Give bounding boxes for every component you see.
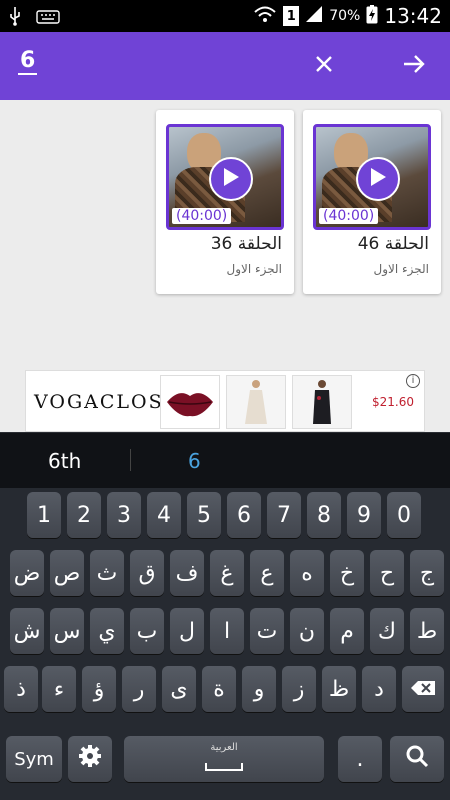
signal-icon <box>305 5 323 27</box>
sim-slot-badge: 1 <box>283 6 300 26</box>
search-key[interactable] <box>390 736 444 782</box>
key-letter[interactable]: ث <box>90 550 124 596</box>
episode-thumbnail[interactable]: (40:00) <box>166 124 284 230</box>
status-bar: 1 70% 13:42 <box>0 0 450 32</box>
key-digit[interactable]: 0 <box>387 492 421 538</box>
key-letter[interactable]: ى <box>162 666 196 712</box>
key-letter[interactable]: ص <box>50 550 84 596</box>
suggestion-divider <box>130 449 131 471</box>
key-letter[interactable]: غ <box>210 550 244 596</box>
key-digit[interactable]: 5 <box>187 492 221 538</box>
key-letter[interactable]: ذ <box>4 666 38 712</box>
ad-product-dress-white[interactable] <box>226 375 286 429</box>
key-digit[interactable]: 7 <box>267 492 301 538</box>
usb-icon <box>8 6 22 30</box>
search-input[interactable]: 6 <box>18 48 38 75</box>
episode-subtitle: الجزء الاول <box>226 262 282 276</box>
key-digit[interactable]: 2 <box>67 492 101 538</box>
key-letter[interactable]: و <box>242 666 276 712</box>
key-letter[interactable]: ش <box>10 608 44 654</box>
backspace-icon <box>410 677 436 702</box>
search-toolbar: 6 <box>0 32 450 100</box>
duration-label: (40:00) <box>319 208 379 224</box>
key-letter[interactable]: د <box>362 666 396 712</box>
play-button[interactable] <box>209 157 253 201</box>
sym-key[interactable]: Sym <box>6 736 62 782</box>
episode-card[interactable]: (40:00) الحلقة 36 الجزء الاول <box>156 110 294 294</box>
ad-info-icon[interactable]: i <box>406 374 420 388</box>
key-letter[interactable]: ؤ <box>82 666 116 712</box>
gear-icon <box>78 744 102 774</box>
key-letter[interactable]: خ <box>330 550 364 596</box>
ad-product-lips[interactable] <box>160 375 220 429</box>
search-icon <box>405 744 429 774</box>
arrow-right-icon <box>402 53 426 79</box>
suggestion-bar: 6th 6 <box>0 432 450 488</box>
key-letter[interactable]: ج <box>410 550 444 596</box>
clear-button[interactable] <box>306 48 342 84</box>
key-letter[interactable]: ا <box>210 608 244 654</box>
ad-price: $21.60 <box>372 395 414 409</box>
episode-card[interactable]: (40:00) الحلقة 46 الجزء الاول <box>303 110 441 294</box>
key-letter[interactable]: ف <box>170 550 204 596</box>
wifi-icon <box>253 4 277 28</box>
key-letter[interactable]: ك <box>370 608 404 654</box>
battery-percent: 70% <box>329 8 361 24</box>
keyboard-icon <box>36 9 60 28</box>
ad-banner[interactable]: VOGACLOSET $21.60 i <box>25 370 425 432</box>
close-icon <box>314 54 334 78</box>
play-button[interactable] <box>356 157 400 201</box>
key-digit[interactable]: 1 <box>27 492 61 538</box>
key-letter[interactable]: ت <box>250 608 284 654</box>
settings-key[interactable] <box>68 736 112 782</box>
key-letter[interactable]: ط <box>410 608 444 654</box>
suggestion-item-active[interactable]: 6 <box>188 449 201 473</box>
key-letter[interactable]: ب <box>130 608 164 654</box>
play-icon <box>222 167 240 191</box>
key-letter[interactable]: ي <box>90 608 124 654</box>
key-letter[interactable]: ظ <box>322 666 356 712</box>
battery-charging-icon <box>366 4 378 28</box>
episode-subtitle: الجزء الاول <box>373 262 429 276</box>
key-digit[interactable]: 8 <box>307 492 341 538</box>
backspace-key[interactable] <box>402 666 444 712</box>
period-key[interactable]: . <box>338 736 382 782</box>
key-letter[interactable]: ز <box>282 666 316 712</box>
key-letter[interactable]: ع <box>250 550 284 596</box>
space-language-label: العربية <box>210 741 238 753</box>
key-digit[interactable]: 9 <box>347 492 381 538</box>
duration-label: (40:00) <box>172 208 232 224</box>
key-letter[interactable]: ح <box>370 550 404 596</box>
episode-title: الحلقة 36 <box>210 234 282 254</box>
key-letter[interactable]: م <box>330 608 364 654</box>
play-icon <box>369 167 387 191</box>
episode-title: الحلقة 46 <box>357 234 429 254</box>
key-letter[interactable]: ق <box>130 550 164 596</box>
soft-keyboard: 1 2 3 4 5 6 7 8 9 0 ج ح خ ه ع غ ف ق ث ص … <box>0 488 450 800</box>
key-digit[interactable]: 3 <box>107 492 141 538</box>
space-key[interactable]: العربية <box>124 736 324 782</box>
suggestion-item[interactable]: 6th <box>48 449 81 473</box>
key-digit[interactable]: 4 <box>147 492 181 538</box>
key-letter[interactable]: ه <box>290 550 324 596</box>
key-letter[interactable]: ض <box>10 550 44 596</box>
episode-thumbnail[interactable]: (40:00) <box>313 124 431 230</box>
submit-search-button[interactable] <box>396 48 432 84</box>
clock: 13:42 <box>384 4 442 28</box>
key-letter[interactable]: س <box>50 608 84 654</box>
key-letter[interactable]: ة <box>202 666 236 712</box>
key-letter[interactable]: ء <box>42 666 76 712</box>
ad-product-dress-black[interactable] <box>292 375 352 429</box>
key-digit[interactable]: 6 <box>227 492 261 538</box>
key-letter[interactable]: ل <box>170 608 204 654</box>
space-bar-icon <box>204 753 244 777</box>
key-letter[interactable]: ن <box>290 608 324 654</box>
key-letter[interactable]: ر <box>122 666 156 712</box>
